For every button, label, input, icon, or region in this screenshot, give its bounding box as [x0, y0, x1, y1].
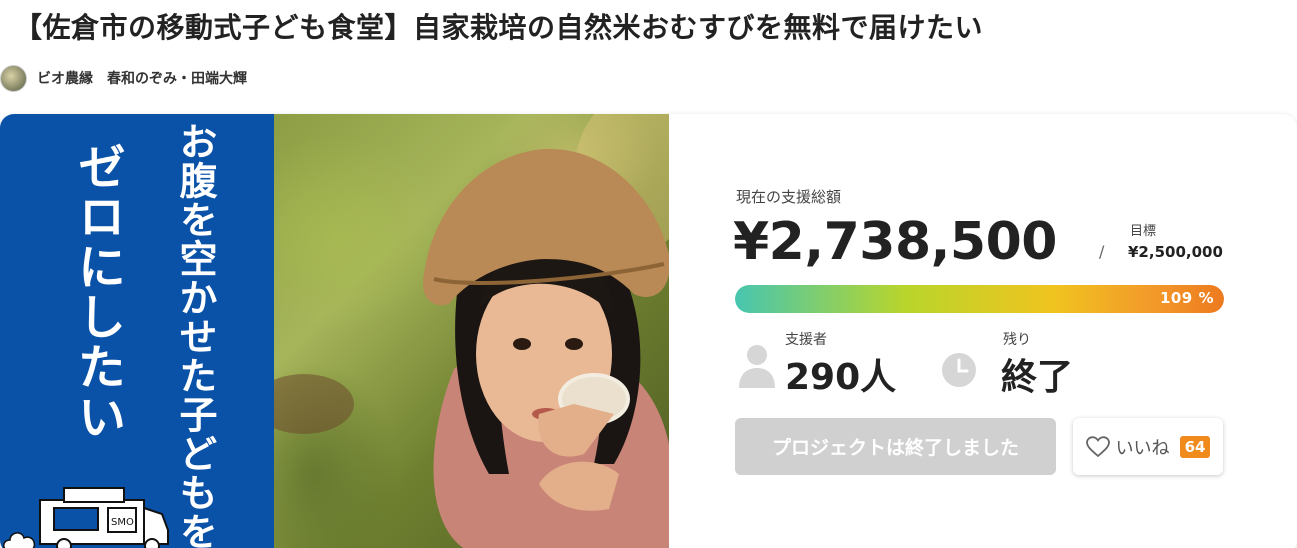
goal-amount: ¥2,500,000 [1128, 243, 1223, 261]
goal-label: 目標 [1130, 224, 1157, 239]
like-count-badge: 64 [1179, 435, 1211, 458]
project-main-visual: お腹を空かせた子どもを ゼロにしたい SMO [0, 114, 669, 548]
tagline-line-2: ゼロにしたい [69, 142, 125, 442]
funding-progress-bar: 109 % [735, 285, 1224, 313]
avatar[interactable] [0, 64, 27, 92]
clock-icon [942, 353, 976, 387]
owner-name[interactable]: ビオ農縁 春和のぞみ・田端大輝 [37, 68, 247, 88]
goal-separator: / [1099, 242, 1105, 261]
project-ended-button[interactable]: プロジェクトは終了しました [735, 418, 1056, 475]
heart-icon [1085, 435, 1110, 457]
funded-amount: ¥2,738,500 [733, 212, 1057, 272]
supporters-label: 支援者 [785, 332, 827, 348]
like-label: いいね [1115, 437, 1170, 459]
remaining-label: 残り [1003, 332, 1031, 348]
truck-sign: SMO [111, 517, 134, 528]
tagline-panel: お腹を空かせた子どもを ゼロにしたい SMO [0, 114, 274, 548]
page-title: 【佐倉市の移動式子ども食堂】自家栽培の自然米おむすびを無料で届けたい [14, 11, 984, 44]
project-card: お腹を空かせた子どもを ゼロにしたい SMO 現在の支援総額 ¥2,738,50… [0, 114, 1297, 548]
funding-stats-panel: 現在の支援総額 ¥2,738,500 / 目標 ¥2,500,000 109 %… [669, 114, 1297, 548]
progress-fill [735, 285, 1224, 313]
remaining-stat: 残り 終了 [941, 326, 1141, 398]
cloud-icon [3, 532, 36, 548]
like-button[interactable]: いいね 64 [1073, 418, 1223, 475]
amount-label: 現在の支援総額 [736, 188, 842, 206]
photo-illustration [274, 114, 669, 548]
tagline-line-1: お腹を空かせた子どもを [173, 122, 217, 548]
progress-percent: 109 % [1159, 289, 1214, 307]
supporters-stat: 支援者 290人 [739, 326, 929, 398]
child-eating-onigiri-photo [274, 114, 669, 548]
remaining-value: 終了 [1001, 357, 1074, 398]
food-truck-icon: SMO [39, 487, 169, 548]
person-icon [739, 345, 775, 388]
project-owner[interactable]: ビオ農縁 春和のぞみ・田端大輝 [0, 64, 247, 92]
supporters-count: 290人 [785, 357, 897, 398]
